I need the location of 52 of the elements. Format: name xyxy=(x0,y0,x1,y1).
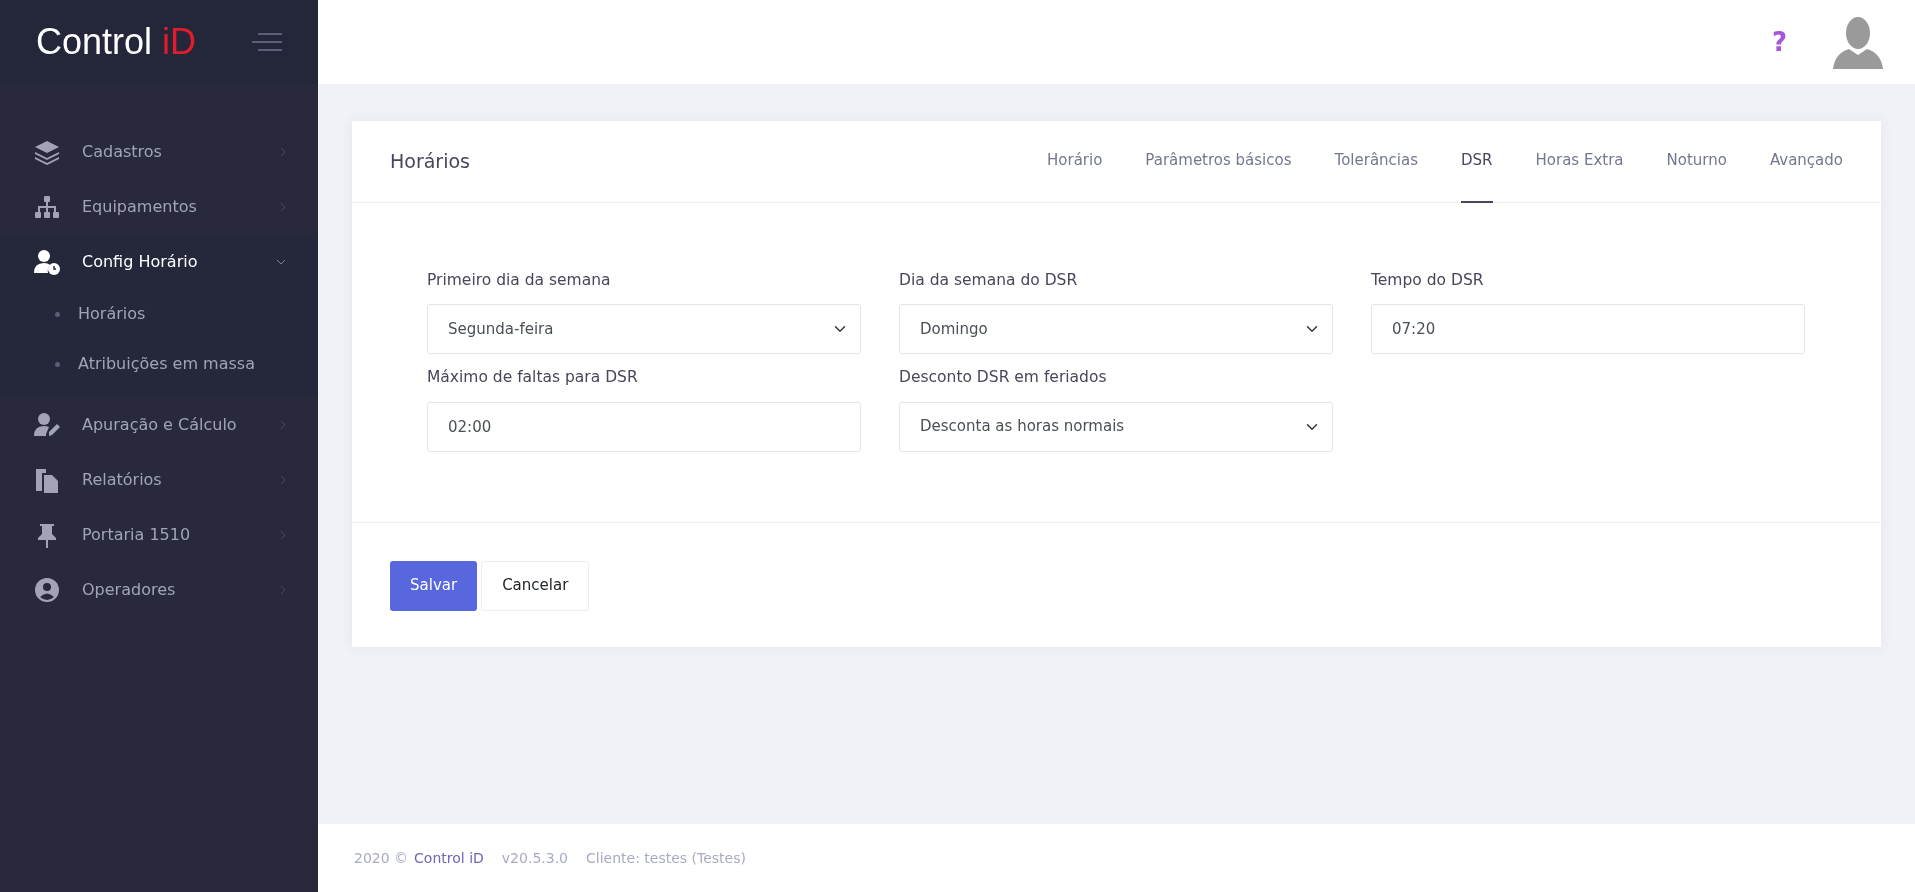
sidebar-item[interactable]: Operadores xyxy=(0,562,318,617)
select-field[interactable]: Desconta as horas normais xyxy=(899,401,1333,452)
avatar-icon[interactable] xyxy=(1831,15,1885,69)
copyright-text: 2020 © xyxy=(354,848,409,868)
field-label: Dia da semana do DSR xyxy=(899,270,1079,291)
save-button[interactable]: Salvar xyxy=(390,560,478,611)
chevron-down-icon xyxy=(276,258,286,265)
user-clock-icon xyxy=(34,248,60,275)
tab[interactable]: Parâmetros básicos xyxy=(1145,120,1292,203)
layers-icon xyxy=(34,138,60,165)
sidebar-item[interactable]: Cadastros xyxy=(0,124,318,179)
field-label: Tempo do DSR xyxy=(1371,270,1485,291)
help-icon[interactable]: ? xyxy=(1771,22,1787,62)
chevron-right-icon xyxy=(280,146,286,157)
sitemap-icon xyxy=(34,193,60,220)
chevron-right-icon xyxy=(280,584,286,595)
bullet-icon xyxy=(55,311,60,317)
sidebar-item[interactable]: Portaria 1510 xyxy=(0,507,318,562)
input-field[interactable]: 07:20 xyxy=(1371,304,1805,355)
field-label: Desconto DSR em feriados xyxy=(899,367,1108,389)
chevron-right-icon xyxy=(280,419,286,430)
logo-text: Control xyxy=(36,20,153,64)
submenu-item[interactable]: Atribuições em massa xyxy=(78,352,255,376)
menu-icon[interactable] xyxy=(252,32,282,52)
card-title: Horários xyxy=(390,149,471,175)
sidebar-item[interactable]: Apuração e Cálculo xyxy=(0,397,318,452)
chevron-right-icon xyxy=(280,474,286,485)
tab[interactable]: DSR xyxy=(1461,120,1493,203)
user-circle-icon xyxy=(34,576,60,603)
client-text: Cliente: testes (Testes) xyxy=(586,848,746,868)
tab[interactable]: Noturno xyxy=(1666,120,1727,203)
chevron-right-icon xyxy=(280,529,286,540)
select-field[interactable]: Domingo xyxy=(899,304,1333,355)
bullet-icon xyxy=(55,361,60,367)
logo-accent: iD xyxy=(162,20,197,64)
tab[interactable]: Tolerâncias xyxy=(1334,120,1418,203)
cancel-button[interactable]: Cancelar xyxy=(481,560,590,611)
submenu-item[interactable]: Horários xyxy=(78,302,146,326)
tab[interactable]: Avançado xyxy=(1769,120,1843,203)
field-label: Máximo de faltas para DSR xyxy=(427,367,639,389)
input-field[interactable]: 02:00 xyxy=(427,401,861,452)
sidebar-item[interactable]: Equipamentos xyxy=(0,179,318,234)
tab[interactable]: Horas Extra xyxy=(1535,120,1624,203)
version-text: v20.5.3.0 xyxy=(501,848,568,868)
sidebar-item[interactable]: Relatórios xyxy=(0,452,318,507)
select-field[interactable]: Segunda-feira xyxy=(427,304,861,355)
documents-icon xyxy=(34,466,60,493)
field-label: Primeiro dia da semana xyxy=(427,270,612,291)
user-edit-icon xyxy=(34,411,60,438)
chevron-right-icon xyxy=(280,201,286,212)
tab[interactable]: Horário xyxy=(1047,120,1103,203)
company-link[interactable]: Control iD xyxy=(414,847,484,869)
